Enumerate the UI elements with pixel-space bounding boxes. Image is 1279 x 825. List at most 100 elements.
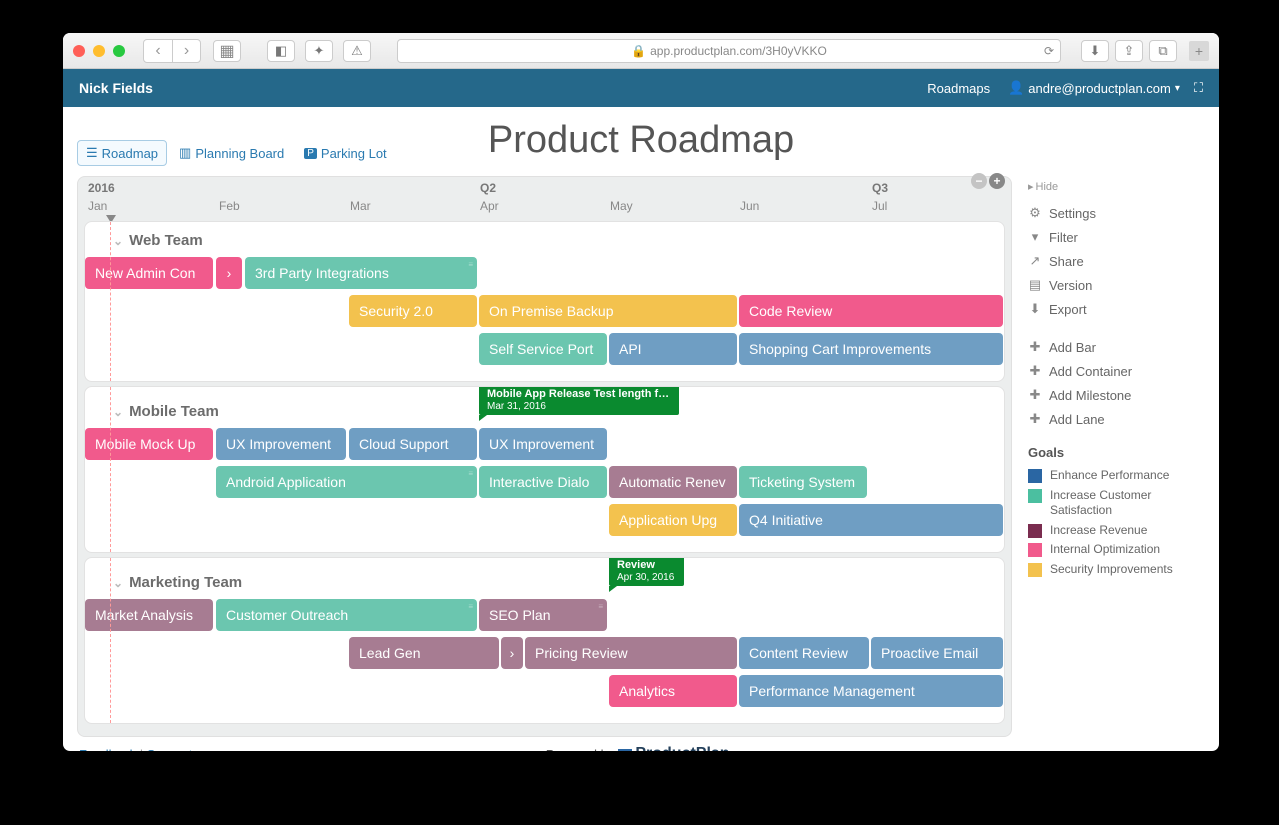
content-area: − + 2016 Q2 Q3 Jan Feb Mar Apr May Jun J… xyxy=(63,176,1219,737)
bar-lead-gen[interactable]: Lead Gen xyxy=(349,637,499,669)
month-mar: Mar xyxy=(350,199,371,213)
roadmaps-link[interactable]: Roadmaps xyxy=(927,81,990,96)
tab-parking-lot[interactable]: P Parking Lot xyxy=(296,142,394,165)
toolbar-icons: ◧ ✦ ⚠ xyxy=(267,40,371,62)
new-tab-button[interactable]: + xyxy=(1189,41,1209,61)
reload-icon[interactable]: ⟳ xyxy=(1044,44,1054,58)
swatch-icon xyxy=(1028,469,1042,483)
sidebar-add-lane[interactable]: ✚Add Lane xyxy=(1028,407,1202,431)
bar-seo-plan[interactable]: SEO Plan≡ xyxy=(479,599,607,631)
bar-new-admin-expand[interactable]: › xyxy=(216,257,242,289)
gear-icon: ⚙ xyxy=(1028,205,1042,221)
chevron-down-icon: ⌄ xyxy=(113,405,123,419)
lane-title-mobile-label: Mobile Team xyxy=(129,403,219,420)
sidebar-version[interactable]: ▤Version xyxy=(1028,273,1202,297)
user-menu[interactable]: 👤 andre@productplan.com ▾ xyxy=(1008,80,1180,96)
bar-app-upgrade[interactable]: Application Upg xyxy=(609,504,737,536)
share-icon[interactable]: ⇪ xyxy=(1115,40,1143,62)
bar-customer-outreach[interactable]: Customer Outreach≡ xyxy=(216,599,477,631)
bar-api[interactable]: API xyxy=(609,333,737,365)
bar-pricing-review[interactable]: Pricing Review xyxy=(525,637,737,669)
goal-revenue[interactable]: Increase Revenue xyxy=(1028,521,1202,541)
address-bar[interactable]: 🔒 app.productplan.com/3H0yVKKO ⟳ xyxy=(397,39,1061,63)
tabs-icon[interactable]: ⧉ xyxy=(1149,40,1177,62)
bar-3rd-party[interactable]: 3rd Party Integrations≡ xyxy=(245,257,477,289)
goal-performance[interactable]: Enhance Performance xyxy=(1028,466,1202,486)
goal-security[interactable]: Security Improvements xyxy=(1028,560,1202,580)
sidebar-add-container[interactable]: ✚Add Container xyxy=(1028,359,1202,383)
bar-ux-improve2[interactable]: UX Improvement xyxy=(479,428,607,460)
tab-planning-board[interactable]: ▥ Planning Board xyxy=(171,141,292,165)
forward-button[interactable]: › xyxy=(172,40,200,62)
bar-ux-improve1[interactable]: UX Improvement xyxy=(216,428,346,460)
swatch-icon xyxy=(1028,524,1042,538)
download-icon[interactable]: ⬇ xyxy=(1081,40,1109,62)
hide-sidebar-button[interactable]: ▸ Hide xyxy=(1028,180,1202,193)
bar-market-analysis[interactable]: Market Analysis xyxy=(85,599,213,631)
plus-icon: ✚ xyxy=(1028,387,1042,403)
bar-self-service[interactable]: Self Service Port xyxy=(479,333,607,365)
q3-label: Q3 xyxy=(872,181,888,195)
back-button[interactable]: ‹ xyxy=(144,40,172,62)
sidebar-share[interactable]: ↗Share xyxy=(1028,249,1202,273)
bar-content-review[interactable]: Content Review xyxy=(739,637,869,669)
lane-title-web[interactable]: ⌄ Web Team xyxy=(85,230,1004,257)
bar-auto-renew[interactable]: Automatic Renev xyxy=(609,466,737,498)
lane-marketing-team: Review Apr 30, 2016 ⌄ Marketing Team Mar… xyxy=(84,557,1005,724)
extension-icon[interactable]: ◧ xyxy=(267,40,295,62)
milestone-review[interactable]: Review Apr 30, 2016 xyxy=(609,557,684,586)
sidebar-export[interactable]: ⬇Export xyxy=(1028,297,1202,321)
bar-android[interactable]: Android Application≡ xyxy=(216,466,477,498)
bar-lead-gen-expand[interactable]: › xyxy=(501,637,523,669)
sidebar-add-milestone[interactable]: ✚Add Milestone xyxy=(1028,383,1202,407)
month-apr: Apr xyxy=(480,199,499,213)
bar-new-admin[interactable]: New Admin Con xyxy=(85,257,213,289)
board-icon: ▥ xyxy=(179,145,191,161)
bar-mobile-mockup[interactable]: Mobile Mock Up xyxy=(85,428,213,460)
bar-analytics[interactable]: Analytics xyxy=(609,675,737,707)
bar-backup[interactable]: On Premise Backup xyxy=(479,295,737,327)
bar-proactive-email[interactable]: Proactive Email xyxy=(871,637,1003,669)
tab-roadmap-label: Roadmap xyxy=(102,146,158,161)
footer-left: Feedback | Support xyxy=(79,747,192,752)
bar-security[interactable]: Security 2.0 xyxy=(349,295,477,327)
owner-name: Nick Fields xyxy=(79,80,153,96)
goal-optimization[interactable]: Internal Optimization xyxy=(1028,540,1202,560)
maximize-window-button[interactable] xyxy=(113,45,125,57)
lock-icon: 🔒 xyxy=(631,44,646,58)
plus-icon: ✚ xyxy=(1028,411,1042,427)
browser-window: ‹ › ▦ ◧ ✦ ⚠ 🔒 app.productplan.com/3H0yVK… xyxy=(63,33,1219,751)
url-text: app.productplan.com/3H0yVKKO xyxy=(650,44,827,58)
bar-code-review[interactable]: Code Review xyxy=(739,295,1003,327)
sidebar-add-bar[interactable]: ✚Add Bar xyxy=(1028,335,1202,359)
version-icon: ▤ xyxy=(1028,277,1042,293)
support-link[interactable]: Support xyxy=(147,747,193,752)
sidebar-filter[interactable]: ▾Filter xyxy=(1028,225,1202,249)
window-controls xyxy=(73,45,125,57)
bar-shopping[interactable]: Shopping Cart Improvements xyxy=(739,333,1003,365)
tab-overview-button[interactable]: ▦ xyxy=(213,40,241,62)
bar-performance-mgmt[interactable]: Performance Management xyxy=(739,675,1003,707)
lane-title-marketing[interactable]: ⌄ Marketing Team xyxy=(85,566,1004,599)
fullscreen-button[interactable]: ⛶ xyxy=(1194,80,1203,96)
sidebar-settings[interactable]: ⚙Settings xyxy=(1028,201,1202,225)
milestone-date: Apr 30, 2016 xyxy=(617,572,674,583)
warning-icon[interactable]: ⚠ xyxy=(343,40,371,62)
bar-interactive-dialog[interactable]: Interactive Dialo xyxy=(479,466,607,498)
plus-icon: ✚ xyxy=(1028,363,1042,379)
bar-q4-initiative[interactable]: Q4 Initiative xyxy=(739,504,1003,536)
tab-planning-label: Planning Board xyxy=(195,146,284,161)
browser-titlebar: ‹ › ▦ ◧ ✦ ⚠ 🔒 app.productplan.com/3H0yVK… xyxy=(63,33,1219,69)
footer: Feedback | Support Powered by ProductPla… xyxy=(63,737,1219,751)
goal-customer-sat[interactable]: Increase Customer Satisfaction xyxy=(1028,486,1202,521)
minimize-window-button[interactable] xyxy=(93,45,105,57)
bar-ticketing[interactable]: Ticketing System xyxy=(739,466,867,498)
month-feb: Feb xyxy=(219,199,240,213)
wand-icon[interactable]: ✦ xyxy=(305,40,333,62)
bar-cloud-support[interactable]: Cloud Support xyxy=(349,428,477,460)
milestone-mobile-release[interactable]: Mobile App Release Test length f… Mar 31… xyxy=(479,386,679,415)
tab-roadmap[interactable]: ☰ Roadmap xyxy=(77,140,167,166)
feedback-link[interactable]: Feedback xyxy=(79,747,136,752)
close-window-button[interactable] xyxy=(73,45,85,57)
user-icon: 👤 xyxy=(1008,80,1024,96)
